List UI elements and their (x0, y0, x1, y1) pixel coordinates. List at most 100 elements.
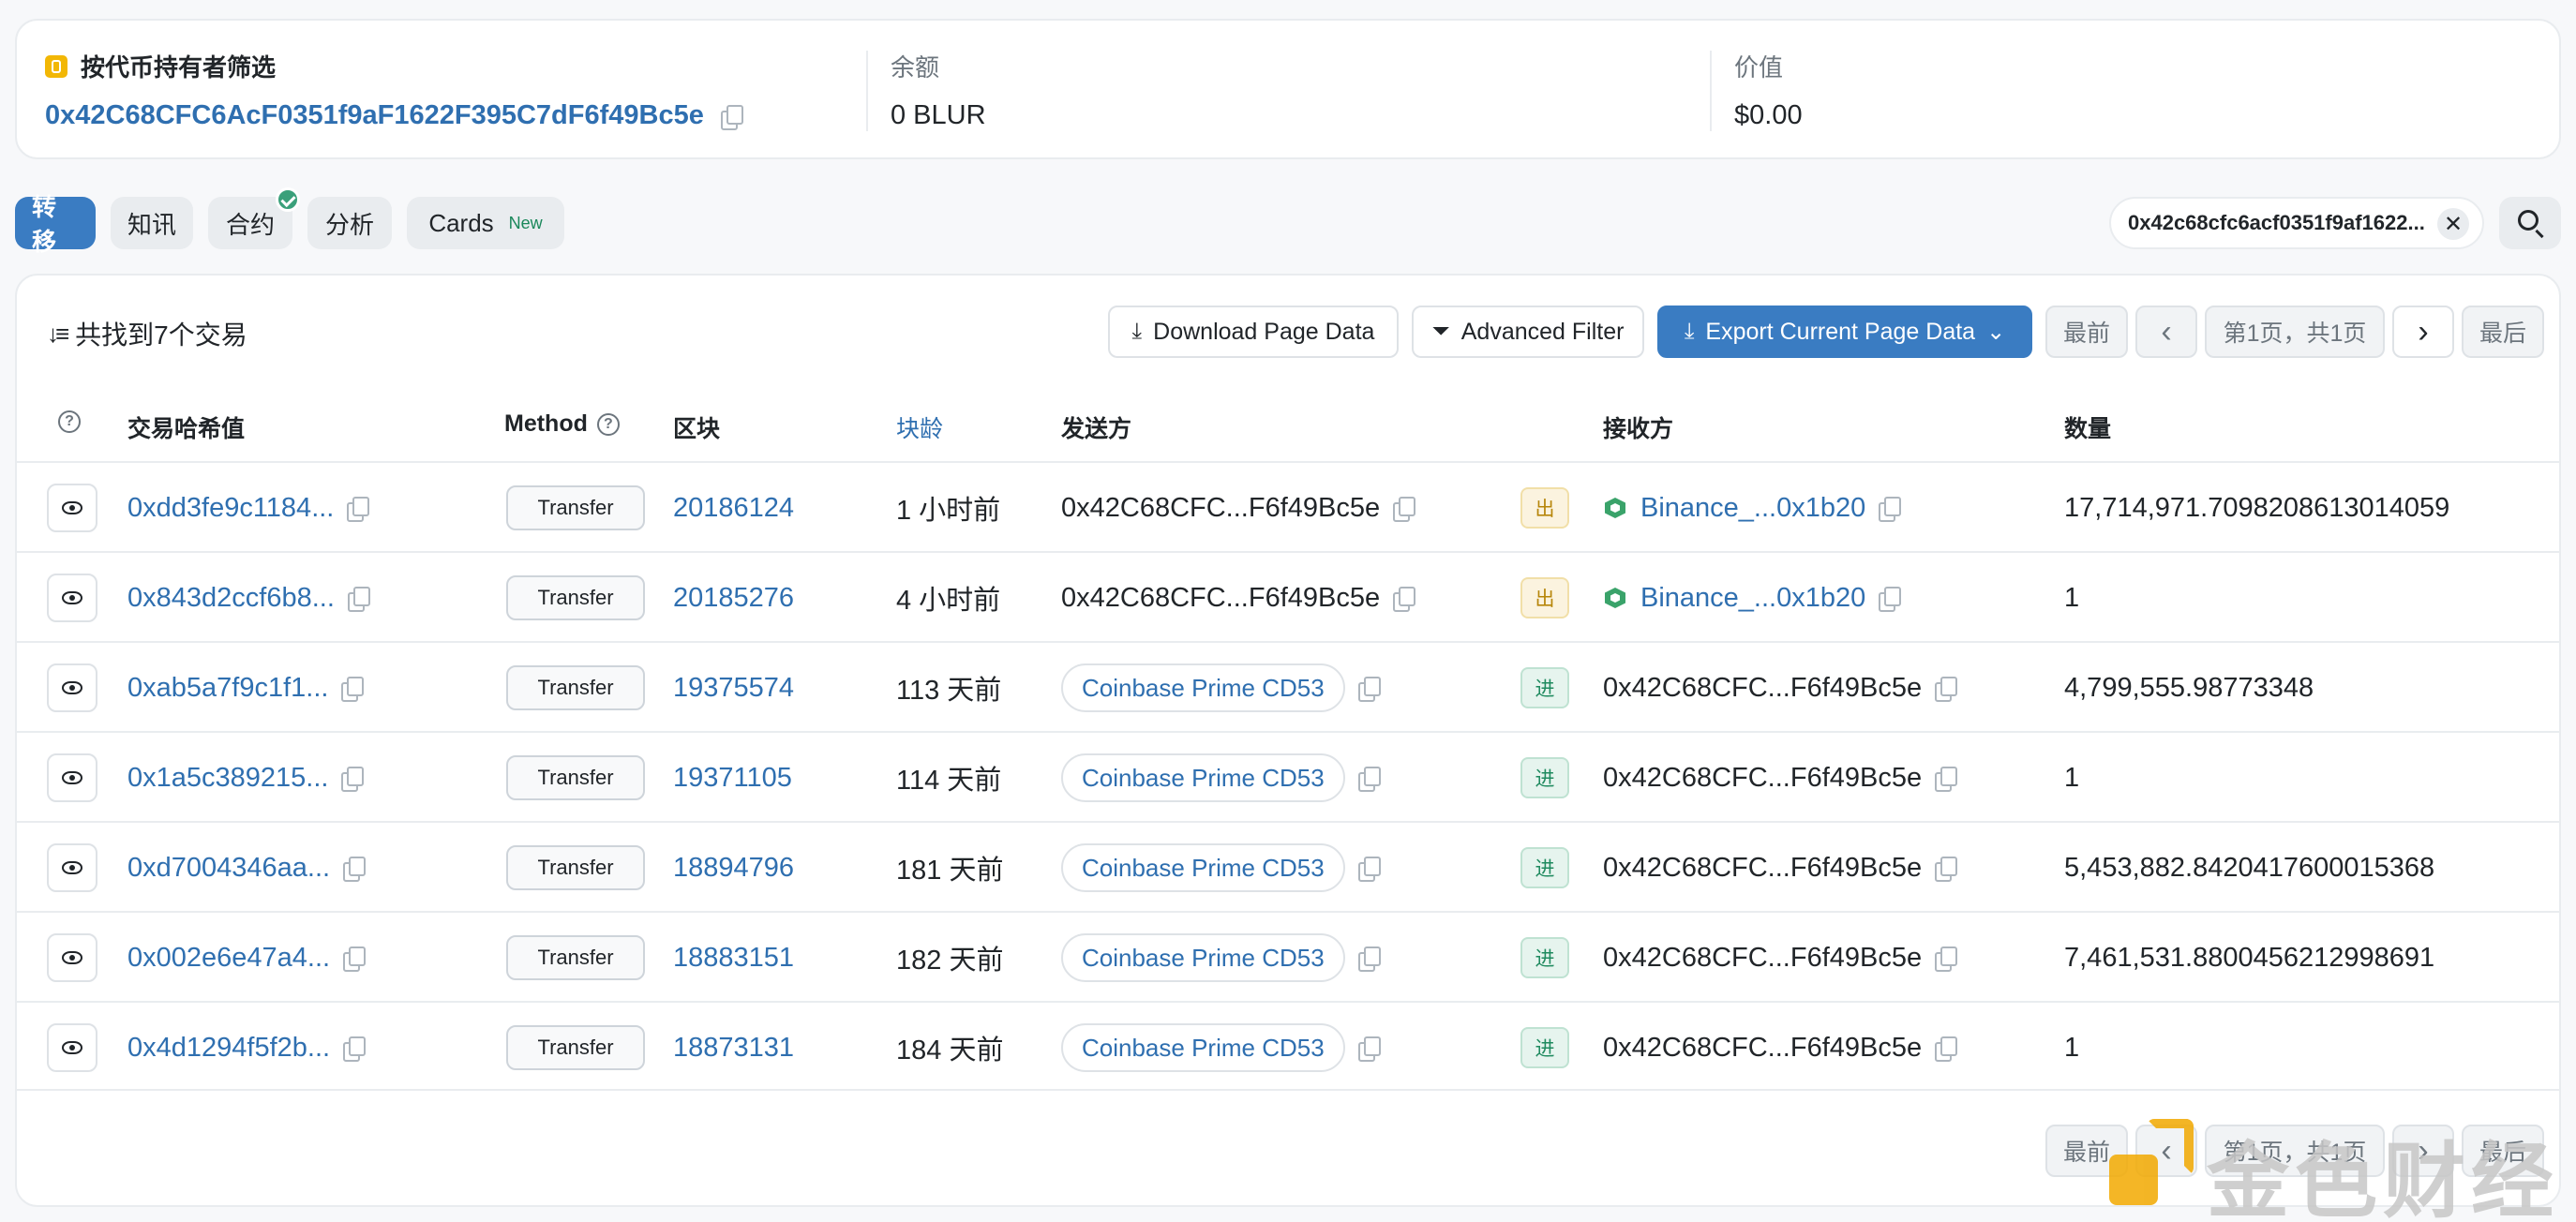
holder-address-link[interactable]: 0x42C68CFC6AcF0351f9aF1622F395C7dF6f49Bc… (45, 100, 704, 131)
holder-filter-section: 按代币持有者筛选 0x42C68CFC6AcF0351f9aF1622F395C… (45, 49, 743, 131)
to-address-link[interactable]: Binance_...0x1b20 (1640, 493, 1865, 524)
direction-cell: 进 (1520, 643, 1569, 733)
copy-icon[interactable] (1393, 587, 1416, 612)
copy-icon[interactable] (343, 946, 367, 972)
tab-contract[interactable]: 合约 (208, 187, 300, 249)
to-address[interactable]: 0x42C68CFC...F6f49Bc5e (1603, 943, 1922, 974)
copy-icon[interactable] (343, 1036, 367, 1062)
hash-cell: 0x002e6e47a4... (127, 913, 367, 1003)
copy-icon[interactable] (1879, 497, 1902, 522)
view-details-button[interactable] (47, 1023, 97, 1072)
from-address[interactable]: 0x42C68CFC...F6f49Bc5e (1061, 493, 1380, 524)
tx-hash-link[interactable]: 0xdd3fe9c1184... (127, 493, 334, 524)
header-help[interactable]: ? (58, 410, 81, 433)
to-address[interactable]: 0x42C68CFC...F6f49Bc5e (1603, 1033, 1922, 1064)
tx-hash-link[interactable]: 0x4d1294f5f2b... (127, 1033, 330, 1064)
copy-icon[interactable] (1357, 946, 1381, 972)
block-link[interactable]: 19371105 (673, 763, 792, 794)
age-cell: 4 小时前 (896, 553, 1000, 643)
view-details-button[interactable] (47, 933, 97, 982)
from-address-tag[interactable]: Coinbase Prime CD53 (1061, 663, 1345, 712)
copy-icon[interactable] (343, 857, 367, 882)
view-details-button[interactable] (47, 753, 97, 802)
copy-icon[interactable] (1935, 1036, 1958, 1062)
found-text: 共找到7个交易 (75, 320, 247, 350)
copy-icon[interactable] (341, 767, 365, 792)
view-details-button[interactable] (47, 484, 97, 532)
from-address[interactable]: 0x42C68CFC...F6f49Bc5e (1061, 583, 1380, 614)
block-link[interactable]: 19375574 (673, 673, 794, 704)
close-icon[interactable]: ✕ (2437, 208, 2469, 240)
quantity-cell: 1 (2064, 1003, 2079, 1093)
block-link[interactable]: 20186124 (673, 493, 794, 524)
block-cell: 18873131 (673, 1003, 794, 1093)
to-address[interactable]: 0x42C68CFC...F6f49Bc5e (1603, 853, 1922, 884)
filter-address-text: 0x42c68cfc6acf0351f9af1622... (2128, 211, 2425, 234)
copy-icon[interactable] (341, 677, 365, 702)
tx-hash-link[interactable]: 0x843d2ccf6b8... (127, 583, 335, 614)
to-address-link[interactable]: Binance_...0x1b20 (1640, 583, 1865, 614)
copy-icon[interactable] (1935, 857, 1958, 882)
view-details-button[interactable] (47, 663, 97, 712)
divider (866, 51, 868, 131)
pager-first-button[interactable]: 最前 (2045, 306, 2128, 358)
method-cell: Transfer (506, 643, 645, 733)
tab-analytics[interactable]: 分析 (307, 197, 392, 249)
advanced-filter-button[interactable]: ⏷ Advanced Filter (1412, 306, 1644, 358)
from-address-tag[interactable]: Coinbase Prime CD53 (1061, 843, 1345, 892)
to-address[interactable]: 0x42C68CFC...F6f49Bc5e (1603, 673, 1922, 704)
header-quantity: 数量 (2064, 416, 2112, 442)
age-text: 182 天前 (896, 946, 1004, 976)
to-address[interactable]: 0x42C68CFC...F6f49Bc5e (1603, 763, 1922, 794)
help-icon[interactable]: ? (596, 412, 620, 436)
pager-last-button[interactable]: 最后 (2462, 306, 2544, 358)
copy-icon[interactable] (1935, 677, 1958, 702)
holder-filter-label: 按代币持有者筛选 (81, 53, 277, 82)
block-link[interactable]: 20185276 (673, 583, 794, 614)
age-cell: 114 天前 (896, 733, 1001, 823)
copy-icon[interactable] (1879, 587, 1902, 612)
eye-icon (62, 771, 82, 784)
copy-icon[interactable] (720, 104, 743, 130)
from-address-tag[interactable]: Coinbase Prime CD53 (1061, 933, 1345, 982)
from-address-tag[interactable]: Coinbase Prime CD53 (1061, 1023, 1345, 1072)
sort-icon[interactable]: ↓≡ (47, 320, 69, 349)
tab-transfers[interactable]: 转移 (15, 193, 96, 256)
quantity-value: 7,461,531.8800456212998691 (2064, 942, 2435, 973)
copy-icon[interactable] (1357, 677, 1381, 702)
block-link[interactable]: 18894796 (673, 853, 794, 884)
view-details-button[interactable] (47, 843, 97, 892)
copy-icon[interactable] (1935, 946, 1958, 972)
tx-hash-link[interactable]: 0xab5a7f9c1f1... (127, 673, 328, 704)
age-cell: 182 天前 (896, 913, 1003, 1003)
help-icon[interactable]: ? (58, 410, 81, 433)
direction-cell: 出 (1520, 553, 1569, 643)
tab-info[interactable]: 知讯 (111, 197, 193, 249)
value-label: 价值 (1734, 53, 1784, 82)
copy-icon[interactable] (347, 497, 370, 522)
download-page-data-button[interactable]: ⤓ Download Page Data (1108, 306, 1399, 358)
tab-cards[interactable]: Cards New (407, 197, 564, 249)
from-address-tag[interactable]: Coinbase Prime CD53 (1061, 753, 1345, 802)
copy-icon[interactable] (1357, 857, 1381, 882)
pager-prev-button[interactable]: ‹ (2135, 306, 2197, 358)
block-link[interactable]: 18883151 (673, 943, 794, 974)
export-current-page-button[interactable]: ⤓ Export Current Page Data ⌄ (1657, 306, 2032, 358)
header-age[interactable]: 块龄 (896, 410, 943, 444)
search-button[interactable] (2499, 197, 2561, 249)
pager-next-button[interactable]: › (2392, 306, 2454, 358)
tx-hash-link[interactable]: 0xd7004346aa... (127, 853, 330, 884)
copy-icon[interactable] (1357, 1036, 1381, 1062)
address-filter-chip: 0x42c68cfc6acf0351f9af1622... ✕ (2109, 197, 2484, 249)
copy-icon[interactable] (1935, 767, 1958, 792)
tx-hash-link[interactable]: 0x002e6e47a4... (127, 943, 330, 974)
copy-icon[interactable] (347, 587, 370, 612)
hash-cell: 0x843d2ccf6b8... (127, 553, 370, 643)
copy-icon[interactable] (1393, 497, 1416, 522)
header-hash: 交易哈希值 (127, 416, 246, 442)
view-details-button[interactable] (47, 574, 97, 622)
tx-hash-link[interactable]: 0x1a5c389215... (127, 763, 328, 794)
quantity-cell: 1 (2064, 553, 2079, 643)
copy-icon[interactable] (1357, 767, 1381, 792)
block-link[interactable]: 18873131 (673, 1033, 794, 1064)
